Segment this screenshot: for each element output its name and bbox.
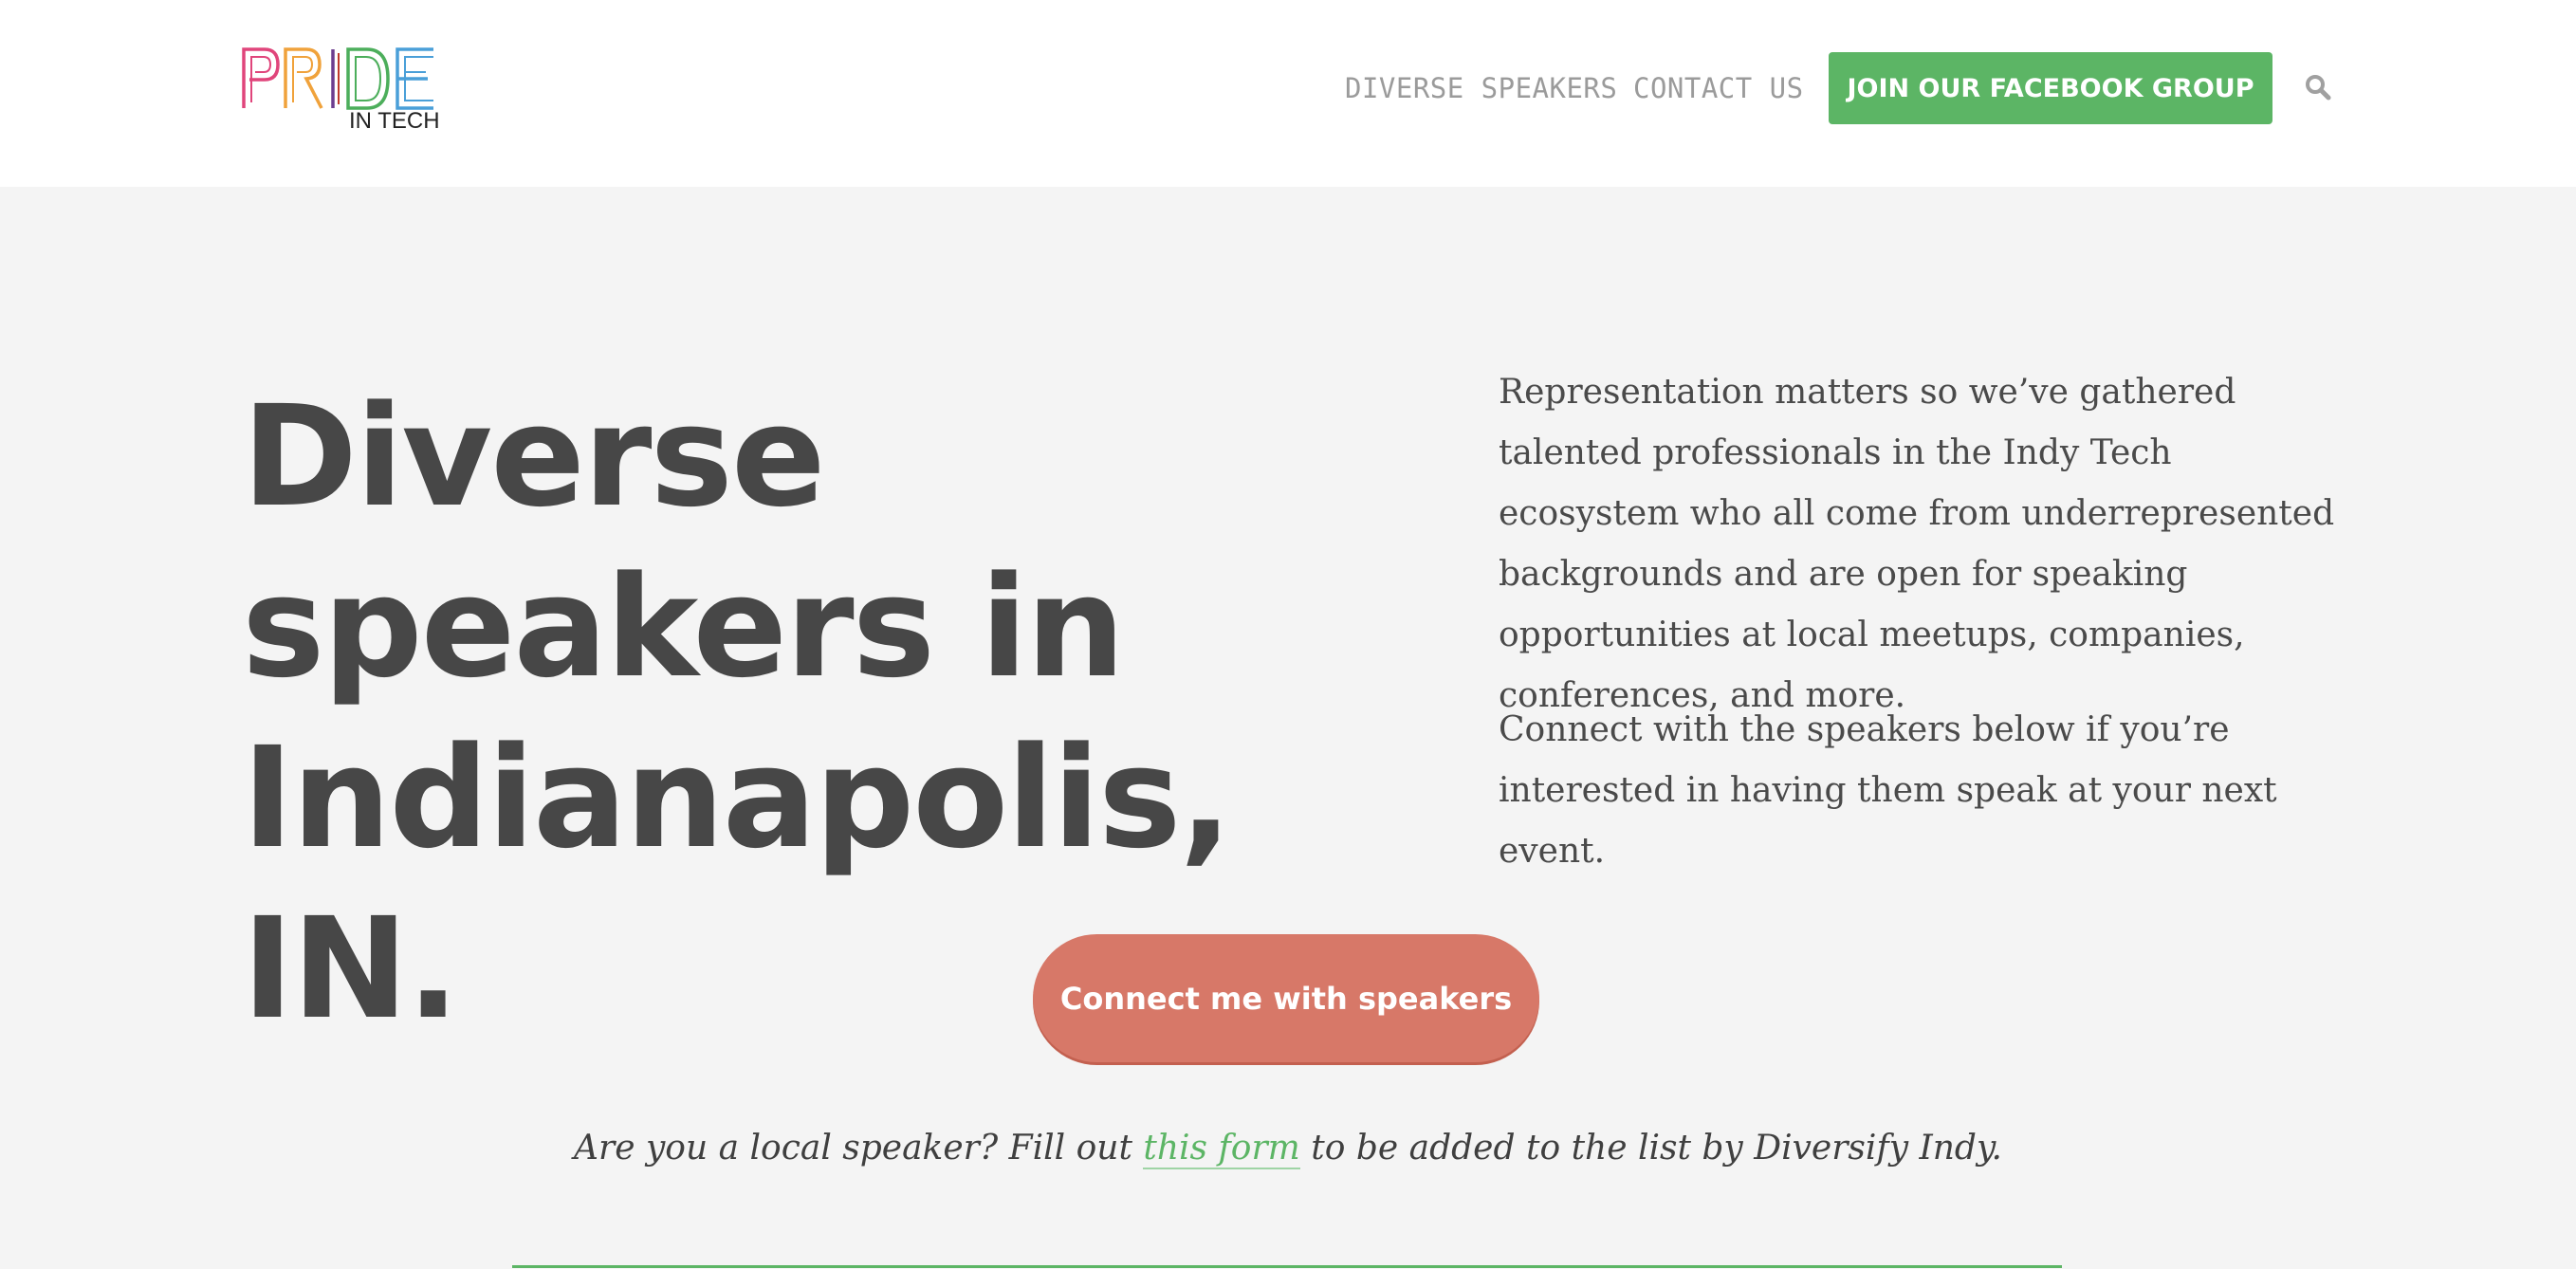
logo-wordmark <box>242 47 433 110</box>
intro-paragraph: Representation matters so we’ve gathered… <box>1499 373 2335 715</box>
connect-paragraph: Connect with the speakers below if you’r… <box>1499 710 2277 871</box>
search-icon-glyph <box>2306 75 2331 101</box>
join-facebook-group-button[interactable]: JOIN OUR FACEBOOK GROUP <box>1829 52 2272 124</box>
search-icon[interactable] <box>2305 74 2331 101</box>
connect-with-speakers-button[interactable]: Connect me with speakers <box>1033 934 1539 1062</box>
logo-tagline: IN TECH <box>349 108 440 134</box>
section-divider <box>512 1265 2062 1268</box>
nav-diverse-speakers[interactable]: DIVERSE SPEAKERS <box>1345 72 1617 104</box>
note-text-after: to be added to the list by Diversify Ind… <box>1299 1129 2002 1168</box>
nav-contact-us[interactable]: CONTACT US <box>1633 72 1804 104</box>
site-header: IN TECH DIVERSE SPEAKERS CONTACT US JOIN… <box>0 0 2576 187</box>
signup-form-link[interactable]: this form <box>1143 1129 1300 1169</box>
note-text-before: Are you a local speaker? Fill out <box>574 1129 1144 1168</box>
local-speaker-note: Are you a local speaker? Fill out this f… <box>0 1129 2576 1169</box>
